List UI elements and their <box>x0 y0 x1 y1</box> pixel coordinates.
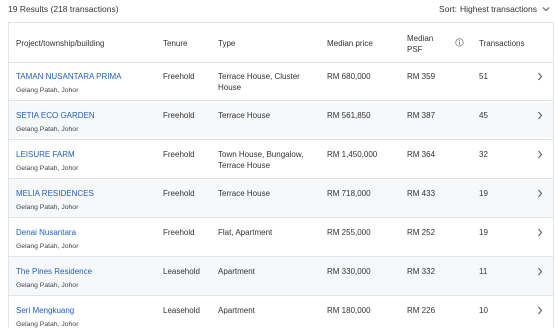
type-cell: Apartment <box>218 267 255 276</box>
transactions-cell: 10 <box>479 306 488 315</box>
project-location: Gelang Patah, Johor <box>16 87 79 94</box>
median-psf-cell: RM 359 <box>407 72 436 81</box>
sort-value: Highest transactions <box>459 4 537 14</box>
results-toolbar: 19 Results (218 transactions) Sort: High… <box>0 0 556 18</box>
median-psf-cell: RM 364 <box>407 150 436 159</box>
header-median-price[interactable]: Median price <box>327 39 373 48</box>
sort-label: Sort: <box>439 4 457 14</box>
chevron-right-icon[interactable] <box>537 111 543 123</box>
table-header: Project/township/building Tenure Type Me… <box>9 23 553 63</box>
tenure-cell: Leasehold <box>163 306 200 315</box>
tenure-cell: Freehold <box>163 111 195 120</box>
median-price-cell: RM 561,850 <box>327 111 371 120</box>
median-price-cell: RM 180,000 <box>327 306 371 315</box>
table-row[interactable]: Seri Mengkuang Gelang Patah, Johor Lease… <box>9 296 553 335</box>
transactions-cell: 32 <box>479 150 488 159</box>
type-cell: Terrace House <box>218 111 271 120</box>
results-count: 19 Results (218 transactions) <box>8 4 119 14</box>
table-row[interactable]: LEISURE FARM Gelang Patah, Johor Freehol… <box>9 140 553 179</box>
chevron-right-icon[interactable] <box>537 150 543 162</box>
tenure-cell: Freehold <box>163 150 195 159</box>
median-psf-cell: RM 332 <box>407 267 436 276</box>
median-psf-cell: RM 387 <box>407 111 436 120</box>
header-tenure[interactable]: Tenure <box>163 39 187 48</box>
project-location: Gelang Patah, Johor <box>16 165 79 172</box>
project-name-link[interactable]: Seri Mengkuang <box>16 305 74 316</box>
project-location: Gelang Patah, Johor <box>16 243 79 250</box>
project-name-link[interactable]: The Pines Residence <box>16 266 92 277</box>
transactions-cell: 11 <box>479 267 488 276</box>
transactions-cell: 51 <box>479 72 488 81</box>
chevron-right-icon[interactable] <box>537 267 543 279</box>
chevron-down-icon <box>542 7 550 12</box>
table-row[interactable]: The Pines Residence Gelang Patah, Johor … <box>9 257 553 296</box>
project-location: Gelang Patah, Johor <box>16 204 79 211</box>
chevron-right-icon[interactable] <box>537 228 543 240</box>
table-row[interactable]: TAMAN NUSANTARA PRIMA Gelang Patah, Joho… <box>9 62 553 101</box>
project-name-link[interactable]: SETIA ECO GARDEN <box>16 110 95 121</box>
project-location: Gelang Patah, Johor <box>16 321 79 328</box>
median-psf-cell: RM 433 <box>407 189 436 198</box>
type-cell: Terrace House <box>218 189 271 198</box>
chevron-right-icon[interactable] <box>537 306 543 318</box>
type-cell: Terrace House, Cluster House <box>218 72 300 92</box>
median-price-cell: RM 330,000 <box>327 267 371 276</box>
project-name-link[interactable]: TAMAN NUSANTARA PRIMA <box>16 71 122 82</box>
type-cell: Town House, Bungalow, Terrace House <box>218 150 304 170</box>
table-row[interactable]: Denai Nusantara Gelang Patah, Johor Free… <box>9 218 553 257</box>
header-project[interactable]: Project/township/building <box>16 39 105 48</box>
sort-dropdown[interactable]: Sort: Highest transactions <box>439 4 550 14</box>
type-cell: Apartment <box>218 306 255 315</box>
median-psf-cell: RM 226 <box>407 306 436 315</box>
project-name-link[interactable]: MELIA RESIDENCES <box>16 188 94 199</box>
median-price-cell: RM 1,450,000 <box>327 150 378 159</box>
project-location: Gelang Patah, Johor <box>16 126 79 133</box>
median-psf-cell: RM 252 <box>407 228 436 237</box>
info-icon[interactable] <box>455 38 464 49</box>
tenure-cell: Freehold <box>163 72 195 81</box>
transactions-cell: 19 <box>479 228 488 237</box>
header-median-psf[interactable]: Median PSF <box>407 33 435 55</box>
median-price-cell: RM 718,000 <box>327 189 371 198</box>
transactions-cell: 19 <box>479 189 488 198</box>
tenure-cell: Freehold <box>163 189 195 198</box>
tenure-cell: Freehold <box>163 228 195 237</box>
project-location: Gelang Patah, Johor <box>16 282 79 289</box>
transactions-table: Project/township/building Tenure Type Me… <box>8 22 554 328</box>
project-name-link[interactable]: Denai Nusantara <box>16 227 76 238</box>
type-cell: Flat, Apartment <box>218 228 273 237</box>
table-row[interactable]: MELIA RESIDENCES Gelang Patah, Johor Fre… <box>9 179 553 218</box>
tenure-cell: Leasehold <box>163 267 200 276</box>
header-transactions[interactable]: Transactions <box>479 39 525 48</box>
chevron-right-icon[interactable] <box>537 72 543 84</box>
median-price-cell: RM 255,000 <box>327 228 371 237</box>
table-row[interactable]: SETIA ECO GARDEN Gelang Patah, Johor Fre… <box>9 101 553 140</box>
project-name-link[interactable]: LEISURE FARM <box>16 149 75 160</box>
header-type[interactable]: Type <box>218 39 235 48</box>
transactions-cell: 45 <box>479 111 488 120</box>
median-price-cell: RM 680,000 <box>327 72 371 81</box>
chevron-right-icon[interactable] <box>537 189 543 201</box>
